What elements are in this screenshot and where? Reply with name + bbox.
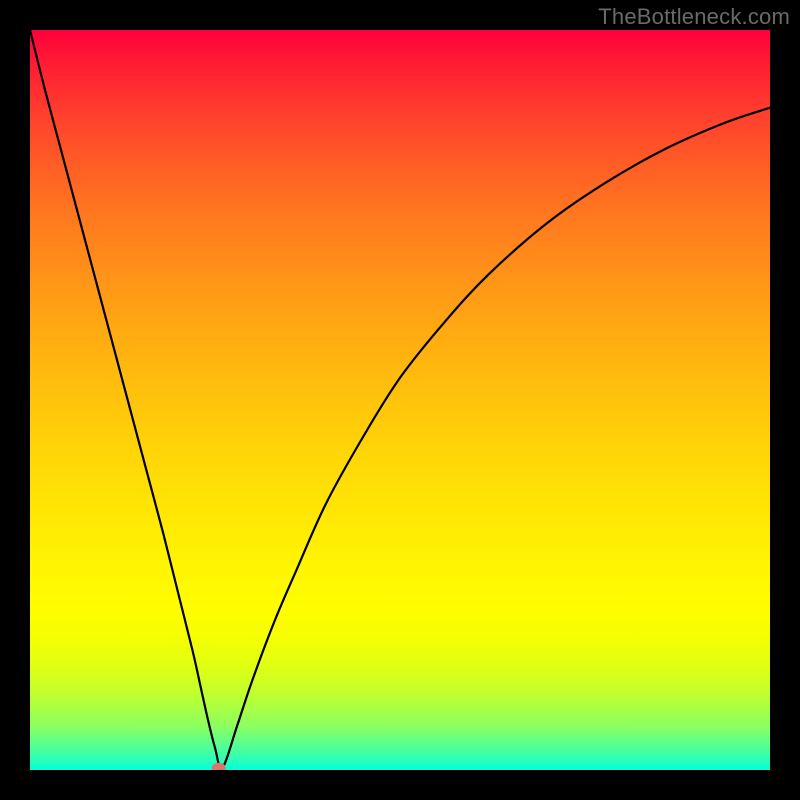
chart-frame: TheBottleneck.com — [0, 0, 800, 800]
bottleneck-curve — [30, 30, 770, 768]
curve-layer — [30, 30, 770, 770]
watermark-text: TheBottleneck.com — [598, 4, 790, 30]
plot-area — [30, 30, 770, 770]
